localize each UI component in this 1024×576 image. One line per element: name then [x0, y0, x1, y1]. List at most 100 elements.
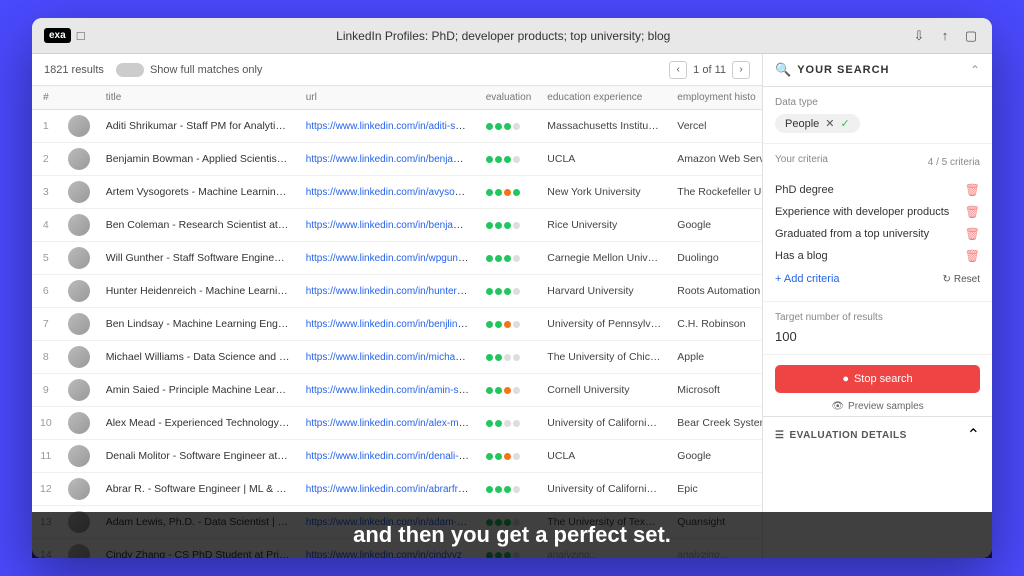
collapse-btn[interactable]: ⌃ [970, 63, 980, 77]
table-row[interactable]: 2 Benjamin Bowman - Applied Scientist @ … [32, 143, 762, 176]
row-employment: Apple [669, 341, 762, 374]
table-row[interactable]: 7 Ben Lindsay - Machine Learning Enginee… [32, 308, 762, 341]
avatar-cell [60, 374, 98, 407]
table-row[interactable]: 6 Hunter Heidenreich - Machine Learning … [32, 275, 762, 308]
add-criteria-btn[interactable]: + Add criteria [775, 273, 840, 285]
row-url[interactable]: https://www.linkedin.com/in/benjamin-bow… [298, 143, 478, 176]
table-row[interactable]: 9 Amin Saied - Principle Machine Learnin… [32, 374, 762, 407]
criteria-delete-btn[interactable]: 🗑 [965, 183, 980, 197]
url-link[interactable]: https://www.linkedin.com/in/aditi-shriku… [306, 120, 478, 132]
full-matches-toggle[interactable] [116, 63, 144, 77]
table-row[interactable]: 11 Denali Molitor - Software Engineer at… [32, 440, 762, 473]
search-icon: 🔍 [775, 62, 791, 78]
avatar [68, 214, 90, 236]
results-count: 1821 results [44, 64, 104, 76]
row-education: Massachusetts Institute of Tec [539, 110, 669, 143]
url-link[interactable]: https://www.linkedin.com/in/wpgunther [306, 252, 476, 264]
row-url[interactable]: https://www.linkedin.com/in/abrarfrahman [298, 473, 478, 506]
row-education: Harvard University [539, 275, 669, 308]
url-link[interactable]: https://www.linkedin.com/in/denali-molit… [306, 450, 478, 462]
col-url: url [298, 86, 478, 110]
row-number: 10 [32, 407, 60, 440]
row-url[interactable]: https://www.linkedin.com/in/benjlindsay [298, 308, 478, 341]
avatar-cell [60, 440, 98, 473]
criteria-section: Your criteria 4 / 5 criteria PhD degree … [763, 144, 992, 302]
target-results-value: 100 [775, 329, 980, 344]
preview-samples-label: Preview samples [848, 401, 924, 412]
url-link[interactable]: https://www.linkedin.com/in/hunter-heide… [306, 285, 478, 297]
criteria-delete-btn[interactable]: 🗑 [965, 249, 980, 263]
row-number: 2 [32, 143, 60, 176]
avatar-cell [60, 242, 98, 275]
window-title: LinkedIn Profiles: PhD; developer produc… [97, 29, 910, 43]
avatar [68, 412, 90, 434]
row-title: Amin Saied - Principle Machine Learning … [98, 374, 298, 407]
row-url[interactable]: https://www.linkedin.com/in/michael-will… [298, 341, 478, 374]
download-icon[interactable]: ⇩ [910, 27, 928, 45]
avatar [68, 181, 90, 203]
criteria-item: Graduated from a top university 🗑 [775, 223, 980, 245]
row-number: 6 [32, 275, 60, 308]
row-employment: Microsoft [669, 374, 762, 407]
criteria-delete-btn[interactable]: 🗑 [965, 205, 980, 219]
row-url[interactable]: https://www.linkedin.com/in/benjamin-ray… [298, 209, 478, 242]
table-row[interactable]: 3 Artem Vysogorets - Machine Learning En… [32, 176, 762, 209]
row-url[interactable]: https://www.linkedin.com/in/avysogorets [298, 176, 478, 209]
prev-page-btn[interactable]: ‹ [669, 61, 687, 79]
reset-btn[interactable]: ↻ Reset [942, 274, 980, 285]
url-link[interactable]: https://www.linkedin.com/in/abrarfrahman [306, 483, 478, 495]
avatar [68, 115, 90, 137]
titlebar-actions: ⇩ ↑ ▢ [910, 27, 980, 45]
criteria-text: Experience with developer products [775, 206, 949, 218]
avatar-cell [60, 473, 98, 506]
stop-search-label: Stop search [854, 373, 913, 385]
row-url[interactable]: https://www.linkedin.com/in/amin-saied [298, 374, 478, 407]
row-url[interactable]: https://www.linkedin.com/in/aditi-shriku… [298, 110, 478, 143]
data-type-value: People [785, 118, 819, 130]
criteria-text: PhD degree [775, 184, 834, 196]
table-row[interactable]: 12 Abrar R. - Software Engineer | ML & G… [32, 473, 762, 506]
row-url[interactable]: https://www.linkedin.com/in/denali-molit… [298, 440, 478, 473]
share-icon[interactable]: ↑ [936, 27, 954, 45]
row-title: Will Gunther - Staff Software Engineer a… [98, 242, 298, 275]
content-area: 1821 results Show full matches only ‹ 1 … [32, 54, 992, 558]
url-link[interactable]: https://www.linkedin.com/in/michael-will… [306, 351, 478, 363]
row-title: Ben Coleman - Research Scientist at Goog… [98, 209, 298, 242]
exa-logo-text: exa [44, 28, 71, 43]
row-employment: Roots Automation [669, 275, 762, 308]
criteria-delete-btn[interactable]: 🗑 [965, 227, 980, 241]
preview-samples-btn[interactable]: 👁 Preview samples [763, 397, 992, 416]
data-type-label: Data type [775, 97, 980, 108]
row-education: UCLA [539, 143, 669, 176]
eval-details-header[interactable]: ☰ EVALUATION DETAILS ⌃ [763, 416, 992, 453]
row-url[interactable]: https://www.linkedin.com/in/wpgunther [298, 242, 478, 275]
table-row[interactable]: 5 Will Gunther - Staff Software Engineer… [32, 242, 762, 275]
row-employment: Bear Creek Systems [669, 407, 762, 440]
next-page-btn[interactable]: › [732, 61, 750, 79]
row-employment: Epic [669, 473, 762, 506]
row-title: Abrar R. - Software Engineer | ML & Gene… [98, 473, 298, 506]
url-link[interactable]: https://www.linkedin.com/in/alex-mead [306, 417, 476, 429]
url-link[interactable]: https://www.linkedin.com/in/benjamin-ray… [306, 219, 478, 231]
url-link[interactable]: https://www.linkedin.com/in/benjamin-bow… [306, 153, 478, 165]
avatar-cell [60, 176, 98, 209]
url-link[interactable]: https://www.linkedin.com/in/amin-saied [306, 384, 478, 396]
url-link[interactable]: https://www.linkedin.com/in/benjlindsay [306, 318, 478, 330]
data-type-badge[interactable]: People ✕ ✓ [775, 114, 860, 133]
criteria-list: PhD degree 🗑 Experience with developer p… [775, 179, 980, 267]
url-link[interactable]: https://www.linkedin.com/in/avysogorets [306, 186, 478, 198]
table-row[interactable]: 1 Aditi Shrikumar - Staff PM for Analyti… [32, 110, 762, 143]
row-url[interactable]: https://www.linkedin.com/in/hunter-heide… [298, 275, 478, 308]
badge-remove-icon[interactable]: ✕ [825, 117, 834, 130]
eval-details-chevron: ⌃ [967, 425, 980, 445]
row-number: 5 [32, 242, 60, 275]
row-url[interactable]: https://www.linkedin.com/in/alex-mead [298, 407, 478, 440]
table-row[interactable]: 10 Alex Mead - Experienced Technology Co… [32, 407, 762, 440]
criteria-label: Your criteria [775, 154, 828, 165]
grid-icon[interactable]: ▢ [962, 27, 980, 45]
toolbar: 1821 results Show full matches only ‹ 1 … [32, 54, 762, 86]
table-row[interactable]: 4 Ben Coleman - Research Scientist at Go… [32, 209, 762, 242]
stop-search-btn[interactable]: ● Stop search [775, 365, 980, 393]
table-row[interactable]: 8 Michael Williams - Data Science and Ma… [32, 341, 762, 374]
toggle-container: Show full matches only [116, 63, 263, 77]
